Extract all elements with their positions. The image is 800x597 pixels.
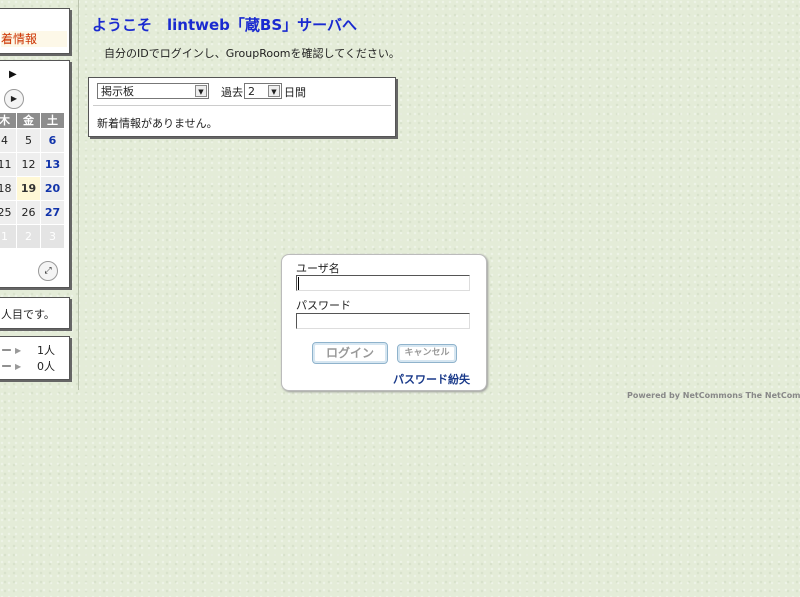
password-input[interactable] [296, 313, 470, 329]
next-month-icon[interactable]: ▶ [9, 69, 17, 80]
calendar-day-next-month[interactable]: 3 [41, 225, 65, 249]
weekday-sat: 土 [41, 113, 65, 129]
calendar-day[interactable]: 4 [0, 129, 17, 153]
triangle-right-icon: ▶ [15, 346, 22, 355]
past-label: 過去 [221, 86, 243, 99]
login-button[interactable]: ログイン [312, 342, 388, 364]
online-users-block: ー ▶ 1人 ー ▶ 0人 [0, 336, 70, 380]
calendar-day-next-month[interactable]: 1 [0, 225, 17, 249]
cancel-button[interactable]: キャンセル [397, 344, 457, 363]
online-count: 0人 [37, 360, 55, 373]
days-select[interactable]: 2 ▼ [244, 83, 282, 99]
login-form: ユーザ名 パスワード ログイン キャンセル パスワード紛失 [281, 254, 487, 391]
play-icon[interactable]: ▶ [4, 89, 24, 109]
calendar-day[interactable]: 13 [41, 153, 65, 177]
empty-message: 新着情報がありません。 [97, 117, 218, 130]
text-caret [298, 277, 299, 290]
calendar-block: ▶ ▶ 木 金 土 4 5 6 11 12 13 18 19 20 25 26 … [0, 60, 70, 288]
weekday-thu: 木 [0, 113, 17, 129]
module-select-value: 掲示板 [101, 85, 134, 98]
chevron-down-icon: ▼ [268, 85, 280, 97]
visitor-counter-block: 人目です。 [0, 297, 70, 329]
powered-by-footer[interactable]: Powered by NetCommons The NetComm [627, 391, 800, 400]
calendar-day-today[interactable]: 19 [17, 177, 41, 201]
divider [93, 105, 391, 106]
online-name: ー [1, 344, 12, 357]
calendar-day[interactable]: 20 [41, 177, 65, 201]
calendar-day[interactable]: 11 [0, 153, 17, 177]
username-input[interactable] [296, 275, 470, 291]
username-label: ユーザ名 [296, 262, 340, 275]
calendar-day[interactable]: 5 [17, 129, 41, 153]
calendar-day[interactable]: 27 [41, 201, 65, 225]
new-info-link[interactable]: 着情報 [1, 31, 67, 47]
calendar-grid: 木 金 土 4 5 6 11 12 13 18 19 20 25 26 27 1… [0, 113, 65, 249]
weekday-fri: 金 [17, 113, 41, 129]
online-row: ー ▶ 1人 [1, 343, 67, 359]
new-info-block: 着情報 [0, 8, 70, 54]
calendar-day-next-month[interactable]: 2 [17, 225, 41, 249]
days-unit-label: 日間 [284, 86, 306, 99]
triangle-right-icon: ▶ [15, 362, 22, 371]
forgot-password-link[interactable]: パスワード紛失 [393, 371, 470, 387]
online-name: ー [1, 360, 12, 373]
days-select-value: 2 [248, 85, 255, 98]
calendar-day[interactable]: 12 [17, 153, 41, 177]
new-posts-block: 掲示板 ▼ 過去 2 ▼ 日間 新着情報がありません。 [88, 77, 396, 137]
calendar-day[interactable]: 25 [0, 201, 17, 225]
password-label: パスワード [296, 299, 351, 312]
welcome-message: 自分のIDでログインし、GroupRoomを確認してください。 [104, 47, 400, 60]
online-count: 1人 [37, 344, 55, 357]
calendar-day[interactable]: 18 [0, 177, 17, 201]
module-select[interactable]: 掲示板 ▼ [97, 83, 209, 99]
visitor-text: 人目です。 [1, 308, 55, 321]
calendar-day[interactable]: 6 [41, 129, 65, 153]
page-title: ようこそ lintweb「蔵BS」サーバへ [92, 16, 357, 34]
calendar-day[interactable]: 26 [17, 201, 41, 225]
expand-icon[interactable]: ⤢ [38, 261, 58, 281]
chevron-down-icon: ▼ [195, 85, 207, 97]
online-row: ー ▶ 0人 [1, 359, 67, 375]
